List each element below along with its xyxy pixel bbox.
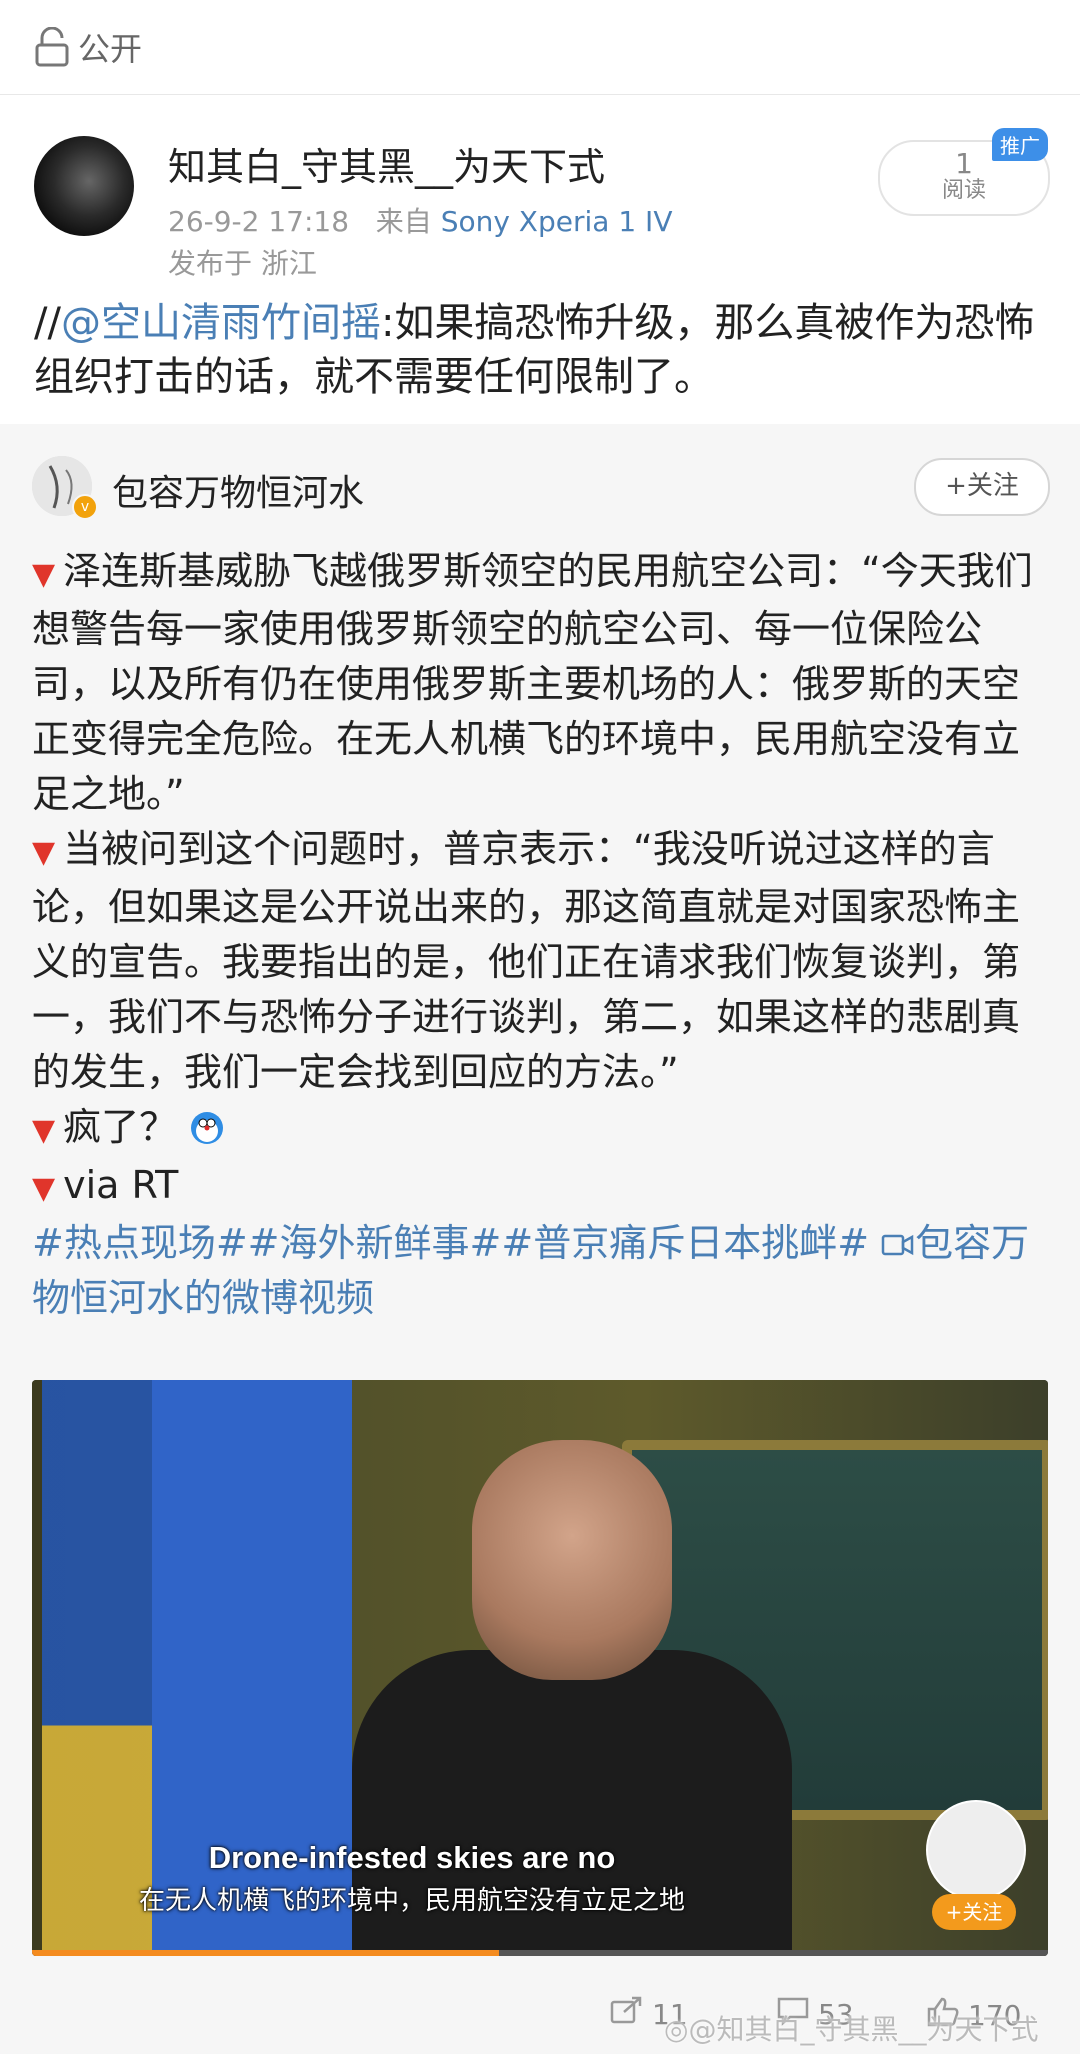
video-camera-icon — [881, 1221, 915, 1265]
quoted-author[interactable]: 包容万物恒河水 — [112, 464, 364, 516]
repost-text: //@空山清雨竹间摇:如果搞恐怖升级，那么真被作为恐怖组织打击的话，就不需要任何… — [34, 296, 1054, 404]
top-bar: 公开 — [0, 0, 1080, 95]
verified-badge-icon: v — [72, 494, 98, 520]
follow-button[interactable]: +关注 — [914, 458, 1050, 516]
red-triangle-icon: ▼ — [32, 1113, 56, 1148]
promo-badge[interactable]: 推广 — [992, 128, 1048, 161]
device-link[interactable]: Sony Xperia 1 IV — [441, 205, 673, 238]
red-triangle-icon: ▼ — [32, 557, 56, 592]
read-label: 阅读 — [941, 178, 986, 203]
post-header: 知其白_守其黑__为天下式 26-9-2 17:18 来自 Sony Xperi… — [0, 120, 1080, 290]
hashtags[interactable]: #热点现场##海外新鲜事##普京痛斥日本挑衅# — [32, 1221, 869, 1265]
video-progress-fill — [32, 1950, 500, 1956]
author-name[interactable]: 知其白_守其黑__为天下式 — [168, 136, 605, 191]
lock-icon — [34, 27, 70, 67]
paragraph: ▼ 当被问到这个问题时，普京表示：“我没听说过这样的言论，但如果这是公开说出来的，… — [32, 827, 1021, 1094]
location: 发布于 浙江 — [168, 247, 317, 280]
weibo-logo-icon: ◎ — [664, 2013, 689, 2046]
source-prefix: 来自 — [375, 205, 432, 238]
speaker-head — [472, 1440, 672, 1680]
quoted-post[interactable]: v 包容万物恒河水 +关注 ▼ 泽连斯基威胁飞越俄罗斯领空的民用航空公司：“今天我… — [0, 424, 1080, 2054]
paragraph: ▼ via RT — [32, 1163, 179, 1207]
video-progress-bar[interactable] — [32, 1950, 1048, 1956]
repost-icon — [610, 1996, 652, 2033]
subtitle-chinese: 在无人机横飞的环境中，民用航空没有立足之地 — [138, 1886, 685, 1916]
mention-link[interactable]: @空山清雨竹间摇 — [61, 300, 381, 346]
subtitle-english: Drone-infested skies are no — [208, 1840, 616, 1875]
avatar[interactable] — [34, 136, 134, 236]
visibility-label: 公开 — [78, 30, 143, 68]
watermark: ◎@知其白_守其黑__为天下式 — [664, 2013, 1039, 2046]
red-triangle-icon: ▼ — [32, 835, 56, 870]
post-meta: 26-9-2 17:18 来自 Sony Xperia 1 IV — [168, 200, 672, 240]
paragraph: ▼ 疯了？ — [32, 1100, 1052, 1158]
doraemon-emoji-icon — [189, 1105, 225, 1149]
timestamp: 26-9-2 17:18 — [168, 205, 350, 238]
video-player[interactable]: Drone-infested skies are no 在无人机横飞的环境中，民… — [32, 1380, 1048, 1956]
video-follow-button[interactable]: +关注 — [932, 1894, 1016, 1930]
video-author-avatar[interactable] — [926, 1800, 1026, 1900]
repost-prefix: // — [34, 300, 61, 346]
quoted-body: ▼ 泽连斯基威胁飞越俄罗斯领空的民用航空公司：“今天我们想警告每一家使用俄罗斯领空… — [32, 544, 1052, 1326]
red-triangle-icon: ▼ — [32, 1171, 56, 1206]
hashtag-line: #热点现场##海外新鲜事##普京痛斥日本挑衅# 包容万物恒河水的微博视频 — [32, 1216, 1052, 1326]
paragraph: ▼ 泽连斯基威胁飞越俄罗斯领空的民用航空公司：“今天我们想警告每一家使用俄罗斯领空… — [32, 549, 1033, 816]
